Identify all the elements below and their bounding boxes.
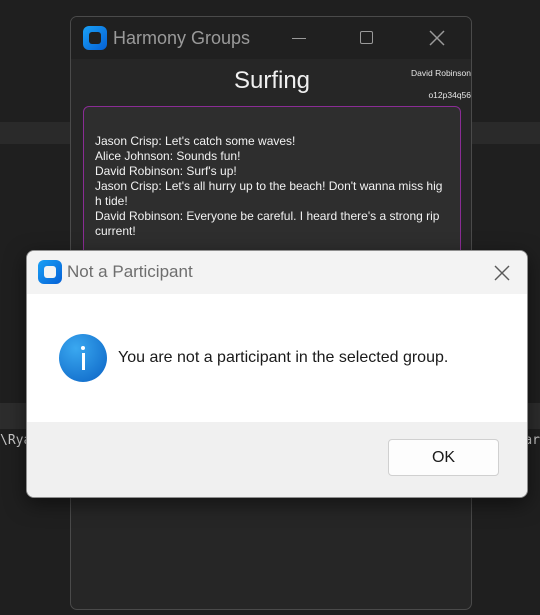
dialog-footer: OK	[27, 422, 527, 497]
window-title: Harmony Groups	[113, 28, 251, 48]
info-icon	[59, 334, 107, 382]
maximize-icon	[360, 31, 373, 44]
dialog-body: You are not a participant in the selecte…	[27, 294, 527, 422]
chat-message: Jason Crisp: Let's catch some waves!	[95, 134, 296, 148]
minimize-icon	[292, 38, 306, 39]
close-icon	[494, 265, 510, 281]
chat-message: David Robinson: Everyone be careful. I h…	[95, 209, 440, 238]
dialog-close-button[interactable]	[486, 258, 518, 288]
dialog-message: You are not a participant in the selecte…	[118, 349, 449, 366]
not-participant-dialog: Not a Participant You are not a particip…	[26, 250, 528, 498]
main-titlebar[interactable]: Harmony Groups	[71, 17, 471, 59]
maximize-button[interactable]	[344, 17, 390, 59]
dialog-titlebar[interactable]: Not a Participant	[27, 251, 527, 294]
close-button[interactable]	[414, 17, 460, 59]
chat-message: David Robinson: Surf's up!	[95, 164, 237, 178]
close-icon	[429, 30, 445, 46]
chat-message: Jason Crisp: Let's all hurry up to the b…	[95, 179, 443, 208]
ok-button[interactable]: OK	[388, 439, 499, 476]
app-icon	[83, 26, 107, 50]
app-icon	[38, 260, 62, 284]
minimize-button[interactable]	[276, 17, 322, 59]
user-id: o12p34q56	[428, 90, 471, 100]
user-name: David Robinson	[410, 68, 471, 78]
dialog-title: Not a Participant	[67, 262, 193, 281]
chat-message: Alice Johnson: Sounds fun!	[95, 149, 241, 163]
